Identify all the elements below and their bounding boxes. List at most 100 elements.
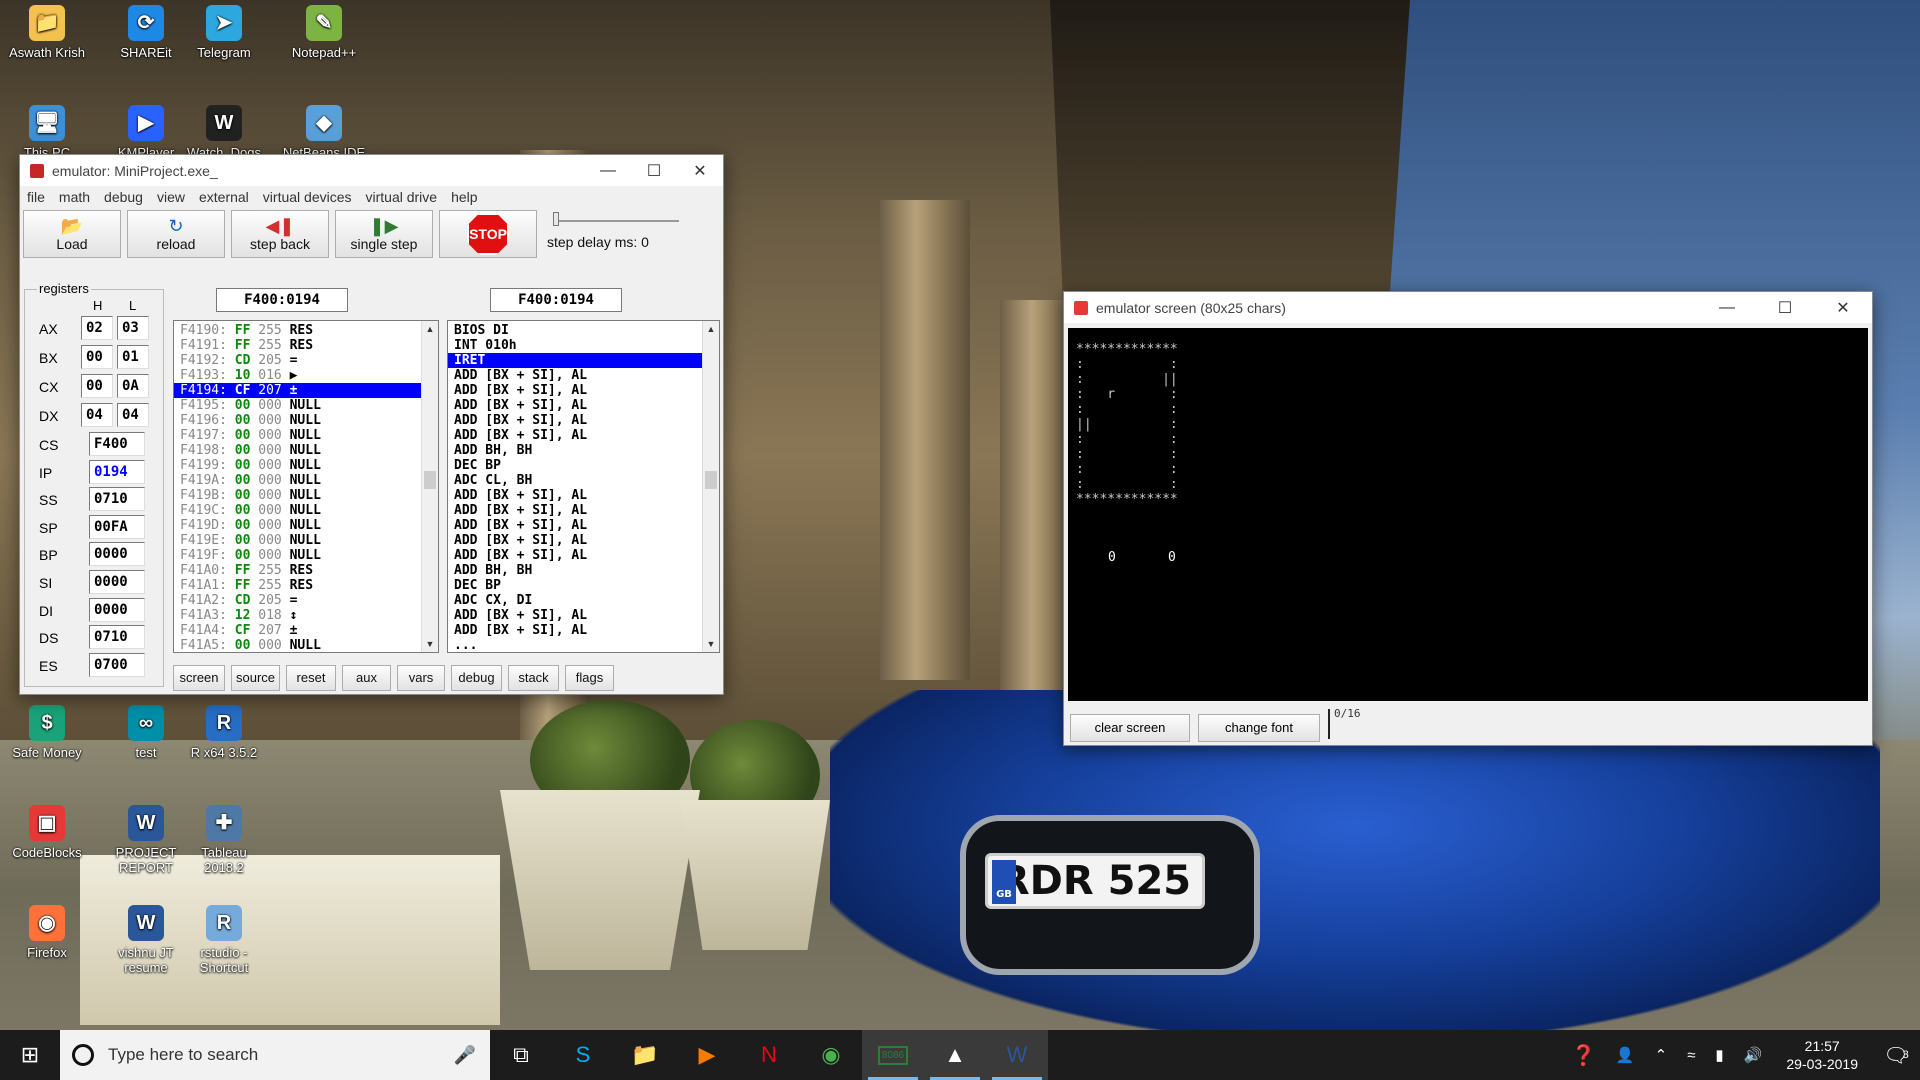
emulator-window[interactable]: emulator: MiniProject.exe_ — ☐ ✕ file mat… — [19, 154, 724, 695]
change-font-button[interactable]: change font — [1198, 714, 1320, 742]
bottom-button[interactable]: debug — [451, 665, 502, 691]
instruction-row[interactable]: ADD [BX + SI], AL — [448, 488, 702, 503]
register-value[interactable]: 0710 — [89, 625, 145, 650]
desktop-icon[interactable]: W PROJECT REPORT — [102, 805, 190, 875]
memory-row[interactable]: F4194: CF 207 ± — [174, 383, 421, 398]
desktop-icon[interactable]: ▶ KMPlayer — [102, 105, 190, 160]
menu-item[interactable]: view — [150, 189, 192, 205]
memory-row[interactable]: F4198: 00 000 NULL — [174, 443, 421, 458]
memory-row[interactable]: F4199: 00 000 NULL — [174, 458, 421, 473]
skype-taskbar-button[interactable]: S — [552, 1030, 614, 1080]
word-taskbar-button[interactable]: W — [986, 1030, 1048, 1080]
chevron-up-icon[interactable]: ⌃ — [1645, 1046, 1678, 1064]
emulator-titlebar[interactable]: emulator: MiniProject.exe_ — ☐ ✕ — [20, 155, 723, 186]
battery-icon[interactable]: ▮ — [1705, 1046, 1733, 1064]
register-value[interactable]: 0000 — [89, 542, 145, 567]
people-icon[interactable]: 👤 — [1606, 1046, 1645, 1064]
desktop-icon[interactable]: Wvishnu JT resume — [102, 905, 190, 975]
memory-row[interactable]: F4197: 00 000 NULL — [174, 428, 421, 443]
desktop-icon[interactable]: ◉ Firefox — [3, 905, 91, 960]
bottom-button[interactable]: vars — [397, 665, 445, 691]
desktop-icon[interactable]: W Watch_Dogs — [180, 105, 268, 160]
menu-item[interactable]: help — [444, 189, 484, 205]
memory-row[interactable]: F4193: 10 016 ▶ — [174, 368, 421, 383]
scroll-down-icon[interactable]: ▼ — [422, 636, 438, 652]
scroll-thumb[interactable] — [705, 471, 717, 489]
bottom-button[interactable]: reset — [286, 665, 336, 691]
chrome-taskbar-button[interactable]: ◉ — [800, 1030, 862, 1080]
clear-screen-button[interactable]: clear screen — [1070, 714, 1190, 742]
desktop-icon[interactable]: $ Safe Money — [3, 705, 91, 760]
instruction-row[interactable]: IRET — [448, 353, 702, 368]
slider-thumb[interactable] — [553, 212, 559, 226]
instruction-row[interactable]: ... — [448, 638, 702, 652]
maximize-button[interactable]: ☐ — [1756, 292, 1814, 323]
instruction-row[interactable]: ADD [BX + SI], AL — [448, 503, 702, 518]
desktop-icon[interactable]: 📁 Aswath Krish — [3, 5, 91, 60]
memory-row[interactable]: F419B: 00 000 NULL — [174, 488, 421, 503]
register-value[interactable]: 0194 — [89, 459, 145, 484]
bottom-button[interactable]: screen — [173, 665, 225, 691]
desktop-icon[interactable]: ◆ NetBeans IDE — [280, 105, 368, 160]
menu-item[interactable]: file — [20, 189, 52, 205]
microphone-icon[interactable]: 🎤 — [454, 1045, 476, 1066]
memory-row[interactable]: F419D: 00 000 NULL — [174, 518, 421, 533]
register-high-byte[interactable]: 00 — [81, 345, 113, 369]
register-value[interactable]: 0000 — [89, 597, 145, 622]
memory-row[interactable]: F41A1: FF 255 RES — [174, 578, 421, 593]
file-explorer-taskbar-button[interactable]: 📁 — [614, 1030, 676, 1080]
scroll-down-icon[interactable]: ▼ — [703, 636, 719, 652]
register-low-byte[interactable]: 0A — [117, 374, 149, 398]
bottom-button[interactable]: source — [231, 665, 280, 691]
memory-row[interactable]: F419E: 00 000 NULL — [174, 533, 421, 548]
photos-taskbar-button[interactable]: ▲ — [924, 1030, 986, 1080]
register-value[interactable]: 0700 — [89, 652, 145, 677]
wifi-icon[interactable]: ≈ — [1677, 1047, 1705, 1064]
memory-row[interactable]: F41A3: 12 018 ↕ — [174, 608, 421, 623]
instruction-row[interactable]: DEC BP — [448, 578, 702, 593]
memory-row[interactable]: F41A2: CD 205 = — [174, 593, 421, 608]
maximize-button[interactable]: ☐ — [631, 155, 677, 186]
instruction-row[interactable]: ADD [BX + SI], AL — [448, 608, 702, 623]
reload-button[interactable]: ↻ reload — [127, 210, 225, 258]
menu-item[interactable]: debug — [97, 189, 150, 205]
instruction-row[interactable]: ADD [BX + SI], AL — [448, 533, 702, 548]
instruction-row[interactable]: ADD [BX + SI], AL — [448, 383, 702, 398]
register-high-byte[interactable]: 04 — [81, 403, 113, 427]
clock[interactable]: 21:57 29-03-2019 — [1772, 1037, 1872, 1073]
close-button[interactable]: ✕ — [1814, 292, 1872, 323]
instruction-row[interactable]: BIOS DI — [448, 323, 702, 338]
step-back-button[interactable]: ◀❚ step back — [231, 210, 329, 258]
media-player-taskbar-button[interactable]: ▶ — [676, 1030, 738, 1080]
instruction-row[interactable]: ADD BH, BH — [448, 443, 702, 458]
memory-scrollbar[interactable]: ▲ ▼ — [421, 321, 438, 652]
memory-row[interactable]: F4192: CD 205 = — [174, 353, 421, 368]
disasm-address-field[interactable]: F400:0194 — [490, 288, 622, 312]
memory-row[interactable]: F4191: FF 255 RES — [174, 338, 421, 353]
instruction-row[interactable]: ADC CL, BH — [448, 473, 702, 488]
stop-button[interactable]: STOP — [439, 210, 537, 258]
disasm-scrollbar[interactable]: ▲ ▼ — [702, 321, 719, 652]
register-value[interactable]: 0000 — [89, 570, 145, 594]
instruction-row[interactable]: ADD BH, BH — [448, 563, 702, 578]
menu-item[interactable]: math — [52, 189, 97, 205]
register-high-byte[interactable]: 00 — [81, 374, 113, 398]
instruction-row[interactable]: ADD [BX + SI], AL — [448, 398, 702, 413]
instruction-row[interactable]: ADD [BX + SI], AL — [448, 413, 702, 428]
emulator-screen-window[interactable]: emulator screen (80x25 chars) — ☐ ✕ ****… — [1063, 291, 1873, 746]
memory-row[interactable]: F419C: 00 000 NULL — [174, 503, 421, 518]
single-step-button[interactable]: ❚▶ single step — [335, 210, 433, 258]
console-output[interactable]: *************: :: ||: r :: : || :: :: :: … — [1068, 328, 1868, 701]
scroll-up-icon[interactable]: ▲ — [422, 321, 438, 337]
disassembly-list[interactable]: BIOS DI INT 010h IRET ADD [BX + SI], AL ADD … — [447, 320, 720, 653]
desktop-icon[interactable]: ⟳ SHAREit — [102, 5, 190, 60]
instruction-row[interactable]: ADC CX, DI — [448, 593, 702, 608]
menu-item[interactable]: virtual drive — [359, 189, 445, 205]
desktop-icon[interactable]: 🖥 This PC — [3, 105, 91, 160]
memory-row[interactable]: F41A5: 00 000 NULL — [174, 638, 421, 652]
register-low-byte[interactable]: 04 — [117, 403, 149, 427]
close-button[interactable]: ✕ — [677, 155, 723, 186]
instruction-row[interactable]: ADD [BX + SI], AL — [448, 368, 702, 383]
search-box[interactable]: Type here to search 🎤 — [60, 1030, 490, 1080]
load-button[interactable]: 📂 Load — [23, 210, 121, 258]
